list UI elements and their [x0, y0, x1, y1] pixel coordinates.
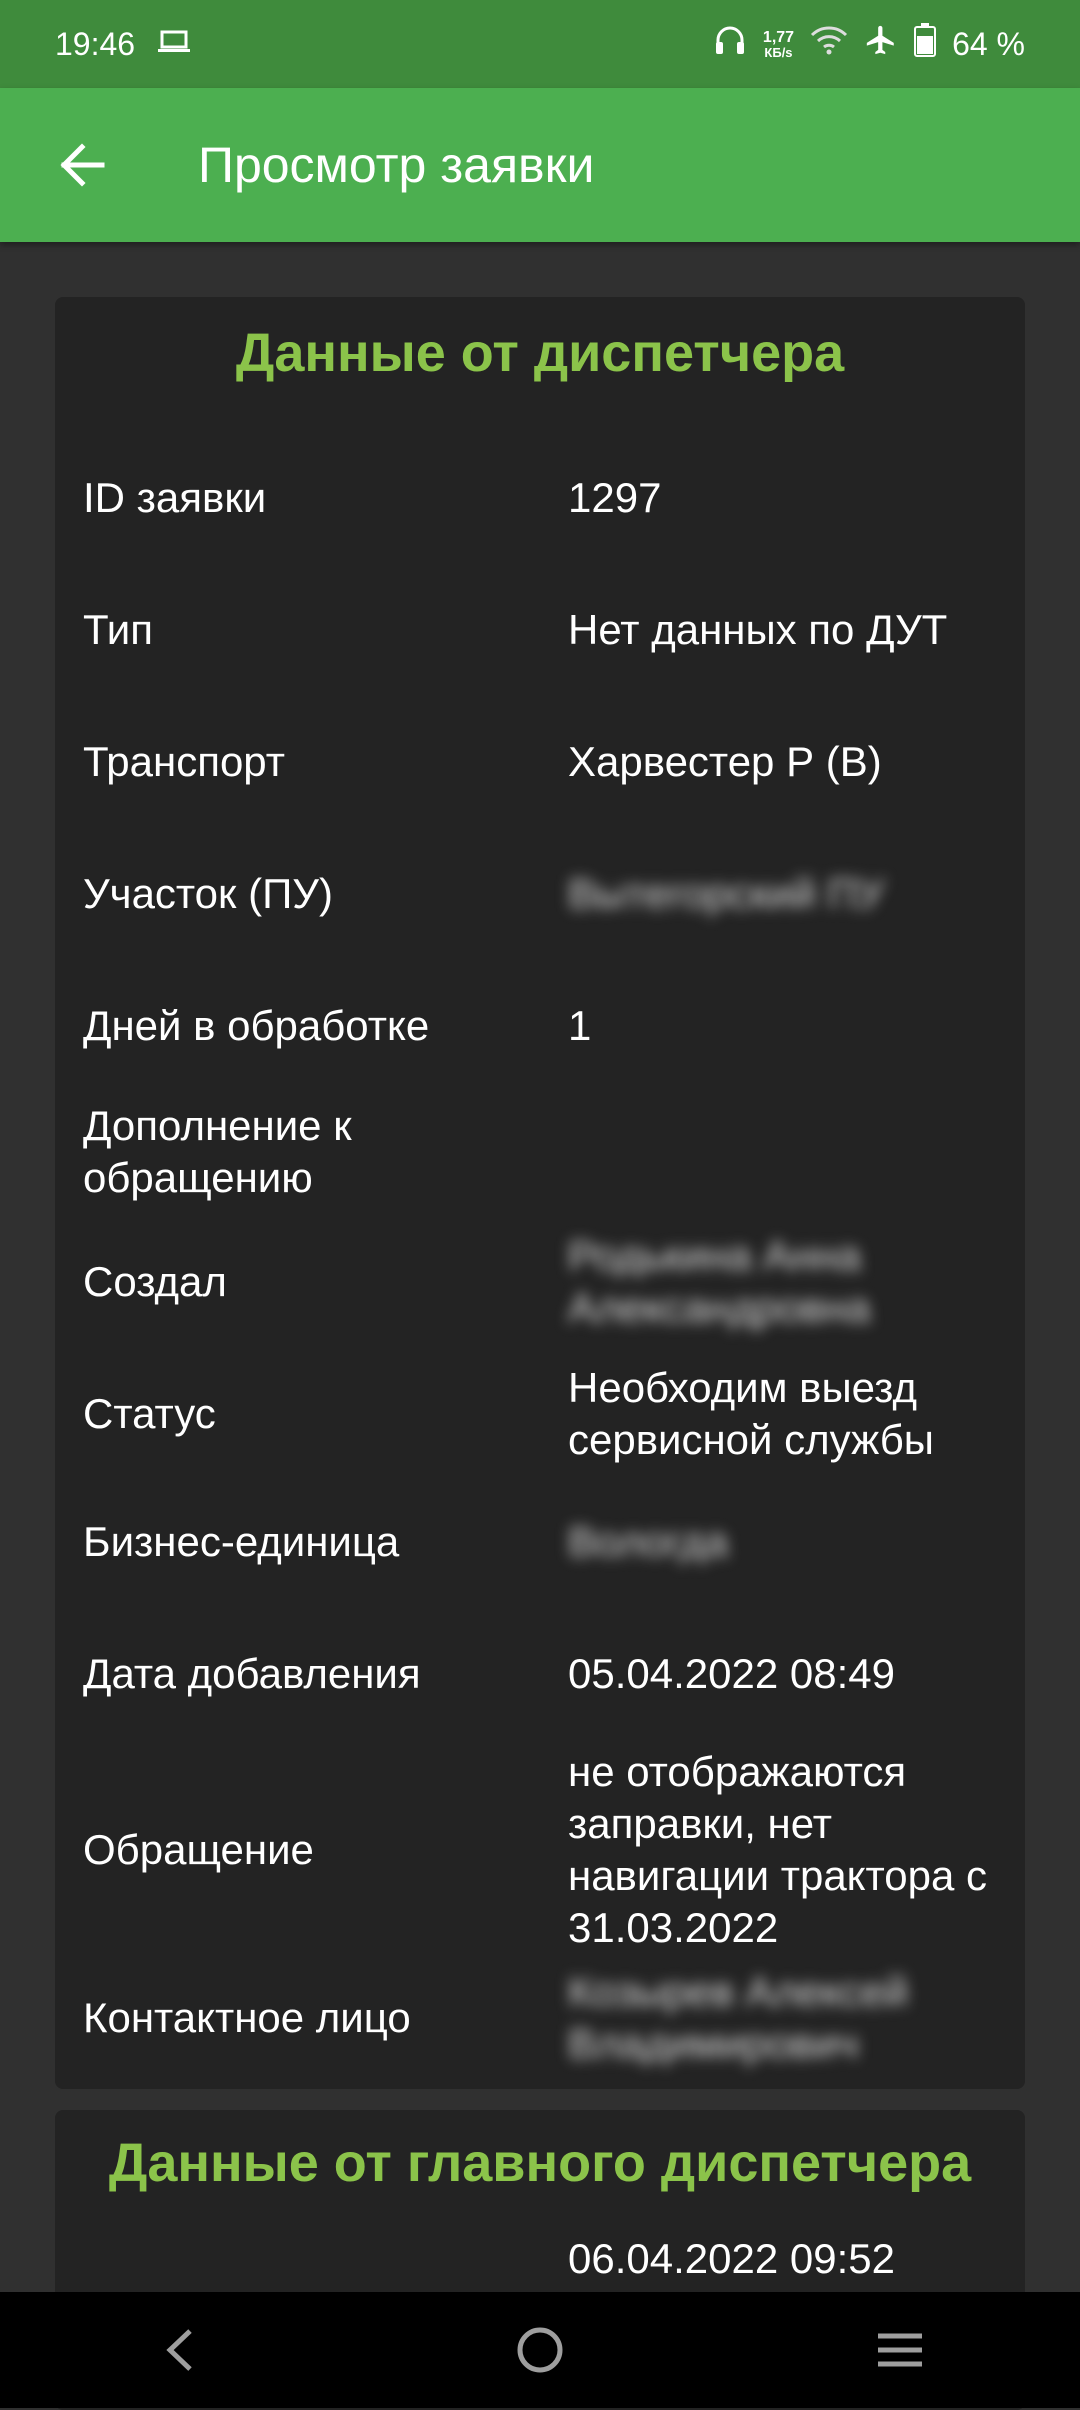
row-status: Статус Необходим выезд сервисной службы — [83, 1359, 997, 1469]
speed-unit: КБ/s — [764, 44, 793, 60]
status-bar: 19:46 1,77 КБ/s 64 % — [0, 0, 1080, 88]
row-request: Обращение не отображаются заправки, нет … — [83, 1745, 997, 1955]
nav-menu-button[interactable] — [840, 2300, 960, 2400]
nav-home-button[interactable] — [480, 2300, 600, 2400]
dispatcher-card: Данные от диспетчера ID заявки 1297 Тип … — [55, 297, 1025, 2089]
row-value: Нет данных по ДУТ — [568, 606, 948, 653]
row-value: Вологда — [568, 1518, 729, 1565]
back-icon — [166, 2329, 192, 2371]
battery-icon — [914, 23, 937, 65]
row-date-added: Дата добавления 05.04.2022 08:49 — [83, 1643, 997, 1705]
row-label: Дополнение к обращению — [83, 1102, 352, 1201]
row-value: 1 — [568, 1002, 592, 1049]
row-label: Транспорт — [83, 738, 285, 785]
row-site: Участок (ПУ) Вытегорский ПУ — [83, 863, 997, 925]
row-value: не отображаются заправки, нет навигации … — [568, 1748, 988, 1951]
row-value: Харвестер Р (В) — [568, 738, 882, 785]
menu-icon — [878, 2333, 922, 2367]
main-dispatcher-card-title: Данные от главного диспетчера — [108, 2133, 972, 2193]
row-label: Дней в обработке — [83, 1002, 430, 1049]
airplane-icon — [864, 23, 898, 65]
back-button[interactable] — [48, 131, 116, 199]
row-id: ID заявки 1297 — [83, 467, 997, 529]
row-contact: Контактное лицо Козырев Алексей Владимир… — [83, 1963, 997, 2073]
page-title: Просмотр заявки — [198, 137, 595, 193]
row-label: Статус — [83, 1390, 216, 1437]
row-value: 06.04.2022 09:52 — [568, 2235, 895, 2282]
headphones-icon — [713, 24, 747, 64]
row-main-date: 06.04.2022 09:52 — [83, 2228, 997, 2290]
row-business-unit: Бизнес-единица Вологда — [83, 1511, 997, 1573]
row-creator: Создал Родькина Анна Александровна — [83, 1227, 997, 1337]
row-value: 05.04.2022 08:49 — [568, 1650, 895, 1697]
row-value: 1297 — [568, 474, 662, 521]
status-time: 19:46 — [55, 25, 136, 62]
row-label: Контактное лицо — [83, 1994, 411, 2041]
row-addition: Дополнение к обращению — [83, 1097, 997, 1207]
row-label: Бизнес-единица — [83, 1518, 400, 1565]
speed-value: 1,77 — [762, 28, 795, 46]
laptop-icon — [157, 26, 191, 63]
dispatcher-card-title: Данные от диспетчера — [235, 323, 845, 383]
row-value: Козырев Алексей Владимирович — [568, 1968, 909, 2067]
row-label: ID заявки — [83, 474, 267, 521]
app-bar: Просмотр заявки — [0, 88, 1080, 242]
row-label: Участок (ПУ) — [83, 870, 333, 917]
row-label: Тип — [83, 606, 154, 653]
battery-percent: 64 % — [952, 25, 1025, 62]
row-transport: Транспорт Харвестер Р (В) — [83, 731, 997, 793]
row-value: Необходим выезд сервисной службы — [568, 1364, 934, 1463]
row-days: Дней в обработке 1 — [83, 995, 997, 1057]
navigation-bar — [0, 2292, 1080, 2408]
nav-back-button[interactable] — [120, 2300, 240, 2400]
row-label: Дата добавления — [83, 1650, 421, 1697]
network-speed: 1,77 КБ/s — [762, 28, 795, 60]
arrow-left-icon — [60, 143, 105, 187]
row-type: Тип Нет данных по ДУТ — [83, 599, 997, 661]
row-value: Родькина Анна Александровна — [568, 1232, 871, 1331]
row-label: Обращение — [83, 1826, 314, 1873]
row-label: Создал — [83, 1258, 227, 1305]
home-icon — [517, 2327, 563, 2373]
wifi-icon — [810, 25, 848, 63]
row-value: Вытегорский ПУ — [568, 870, 885, 917]
